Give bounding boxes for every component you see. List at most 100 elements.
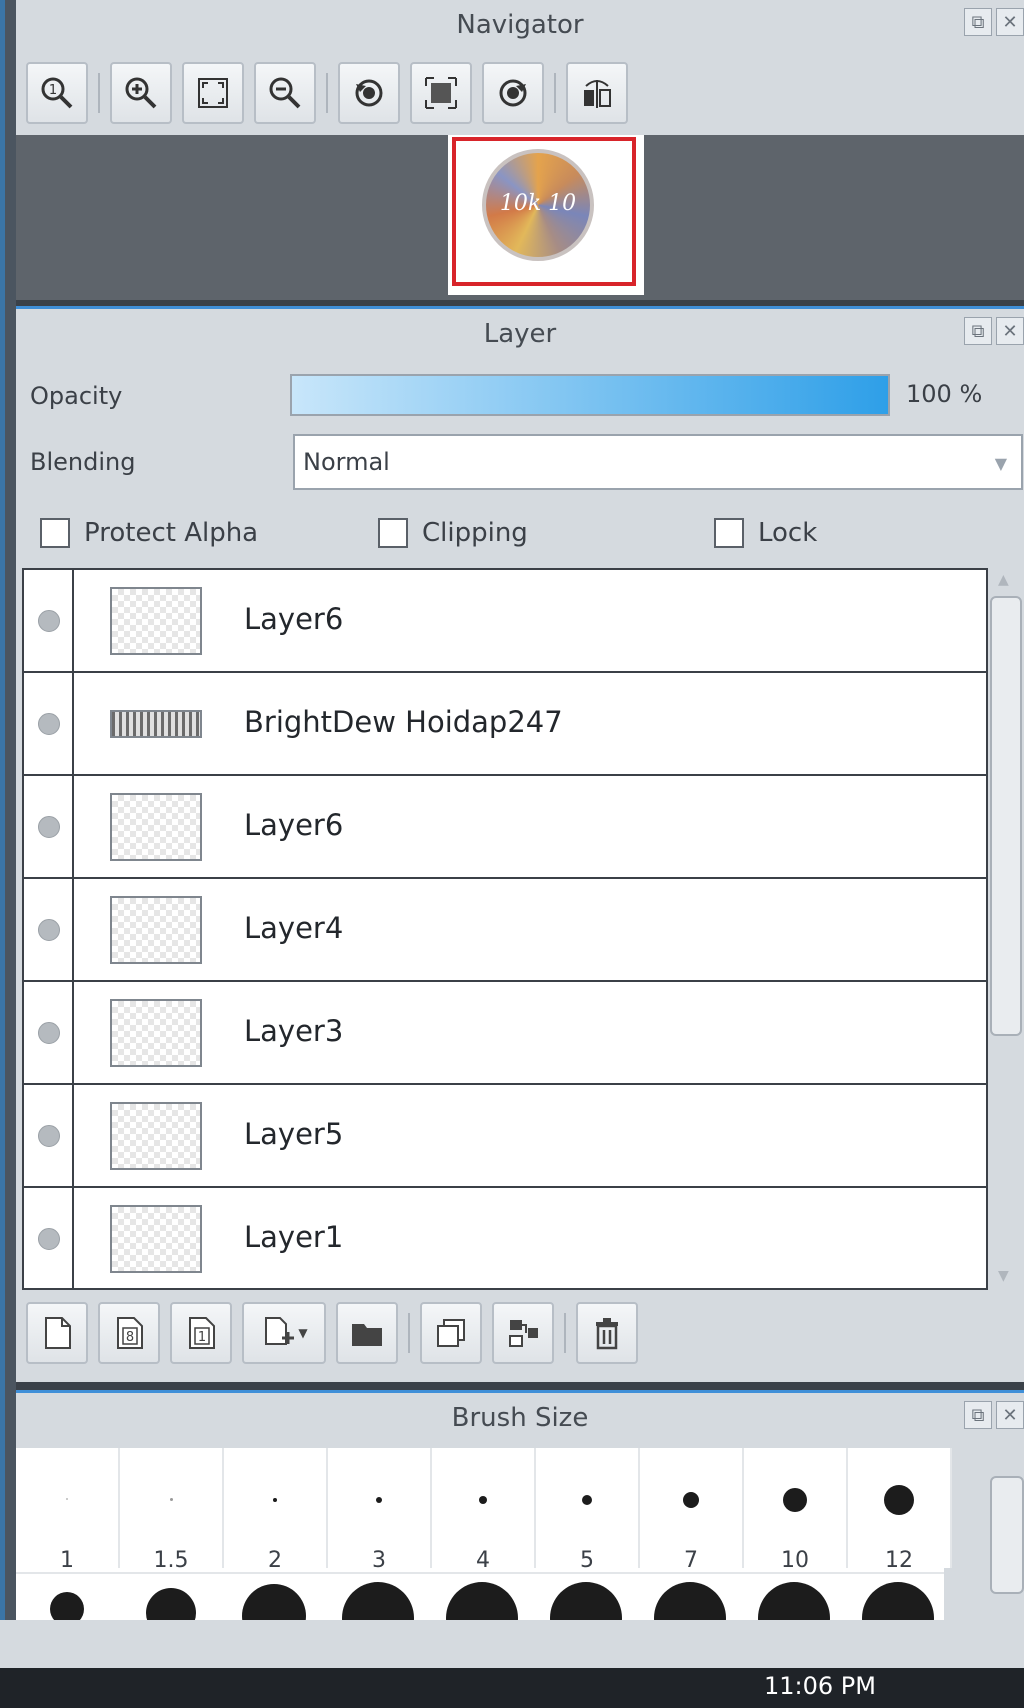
brush-size-cell[interactable]: 5 xyxy=(536,1448,640,1573)
zoom-actual-icon: 1 xyxy=(41,77,73,108)
eye-icon xyxy=(38,1022,60,1044)
layer-name: BrightDew Hoidap247 xyxy=(244,705,563,739)
visibility-toggle[interactable] xyxy=(24,776,74,877)
visibility-toggle[interactable] xyxy=(24,982,74,1083)
brush-dot xyxy=(479,1496,487,1504)
new-color-layer-button[interactable] xyxy=(26,1302,88,1364)
layer-row[interactable]: Layer5 xyxy=(24,1085,986,1188)
blending-label: Blending xyxy=(30,448,136,476)
brush-size-cell[interactable]: 12 xyxy=(848,1448,952,1573)
fit-window-icon xyxy=(198,77,228,108)
visibility-toggle[interactable] xyxy=(24,570,74,671)
layer-close-icon[interactable]: ✕ xyxy=(996,317,1024,345)
brush-size-label: 7 xyxy=(684,1548,698,1573)
layer-row[interactable]: Layer4 xyxy=(24,879,986,982)
reset-rotation-button[interactable] xyxy=(410,61,472,124)
taskbar-clock[interactable]: 11:06 PM xyxy=(764,1672,876,1700)
add-layer-icon xyxy=(265,1317,295,1345)
rotate-left-button[interactable] xyxy=(338,61,400,124)
brush-size-cell[interactable]: 10 xyxy=(744,1448,848,1573)
taskbar: 11:06 PM xyxy=(0,1668,1024,1708)
scrollbar-thumb[interactable] xyxy=(990,596,1022,1036)
eye-icon xyxy=(38,713,60,735)
brush-float-icon[interactable]: ⧉ xyxy=(964,1401,992,1429)
zoom-in-button[interactable] xyxy=(110,61,172,124)
clipping-label: Clipping xyxy=(422,518,528,548)
layer-row[interactable]: Layer3 xyxy=(24,982,986,1085)
visibility-toggle[interactable] xyxy=(24,1085,74,1186)
layer-row[interactable]: BrightDew Hoidap247 xyxy=(24,673,986,776)
svg-text:1: 1 xyxy=(49,83,57,98)
brush-size-cell[interactable]: 3 xyxy=(328,1448,432,1573)
brush-size-cell[interactable]: 1 xyxy=(16,1448,120,1573)
brush-size-cell[interactable]: 2 xyxy=(224,1448,328,1573)
layer-name: Layer5 xyxy=(244,1117,344,1151)
visibility-toggle[interactable] xyxy=(24,673,74,774)
brush-dot xyxy=(758,1582,830,1622)
new-1bit-layer-button[interactable]: 1 xyxy=(170,1302,232,1364)
canvas-thumbnail: 10k 10 xyxy=(448,135,644,295)
brush-size-label: 4 xyxy=(476,1548,490,1573)
add-layer-dropdown-button[interactable]: ▼ xyxy=(242,1302,326,1364)
merge-icon xyxy=(509,1320,538,1347)
brush-size-label: 5 xyxy=(580,1548,594,1573)
brush-size-cell[interactable]: 7 xyxy=(640,1448,744,1573)
layer-row[interactable]: Layer6 xyxy=(24,570,986,673)
layer-scrollbar[interactable]: ▲ ▼ xyxy=(988,568,1024,1290)
brush-dot xyxy=(683,1492,699,1508)
navigator-toolbar: 1 xyxy=(16,50,1024,135)
layer-float-icon[interactable]: ⧉ xyxy=(964,317,992,345)
zoom-actual-button[interactable]: 1 xyxy=(26,61,88,124)
layer-row[interactable]: Layer1 xyxy=(24,1188,986,1288)
brush-dot xyxy=(170,1498,173,1501)
brush-close-icon[interactable]: ✕ xyxy=(996,1401,1024,1429)
scroll-up-icon[interactable]: ▲ xyxy=(998,572,1009,588)
brush-size-row-2[interactable] xyxy=(16,1572,944,1622)
visibility-toggle[interactable] xyxy=(24,879,74,980)
delete-layer-button[interactable] xyxy=(576,1302,638,1364)
svg-text:1: 1 xyxy=(198,1330,206,1345)
scroll-down-icon[interactable]: ▼ xyxy=(998,1268,1009,1284)
brush-size-cell[interactable]: 4 xyxy=(432,1448,536,1573)
brush-dot xyxy=(862,1582,934,1622)
svg-text:8: 8 xyxy=(126,1330,134,1345)
clipping-checkbox[interactable]: Clipping xyxy=(378,518,528,548)
merge-down-button[interactable] xyxy=(492,1302,554,1364)
zoom-out-button[interactable] xyxy=(254,61,316,124)
layer-row[interactable]: Layer6 xyxy=(24,776,986,879)
checkbox-box[interactable] xyxy=(378,518,408,548)
protect-alpha-checkbox[interactable]: Protect Alpha xyxy=(40,518,258,548)
new-8bit-layer-button[interactable]: 8 xyxy=(98,1302,160,1364)
layer-thumbnail xyxy=(110,1102,202,1170)
layer-name: Layer1 xyxy=(244,1220,344,1254)
flip-horizontal-button[interactable] xyxy=(566,61,628,124)
brush-dot xyxy=(376,1497,382,1503)
checkbox-box[interactable] xyxy=(40,518,70,548)
navigator-preview[interactable]: 10k 10 xyxy=(16,135,1024,300)
checkbox-box[interactable] xyxy=(714,518,744,548)
duplicate-layer-button[interactable] xyxy=(420,1302,482,1364)
brush-dot xyxy=(50,1592,84,1622)
blending-select[interactable]: Normal ▼ xyxy=(293,434,1023,490)
brush-dot xyxy=(242,1584,306,1622)
fit-window-button[interactable] xyxy=(182,61,244,124)
opacity-slider[interactable] xyxy=(290,374,890,416)
navigator-close-icon[interactable]: ✕ xyxy=(996,8,1024,36)
brush-scrollbar-thumb[interactable] xyxy=(990,1476,1024,1594)
lock-checkbox[interactable]: Lock xyxy=(714,518,817,548)
layer-thumbnail xyxy=(110,710,202,738)
layer-title: Layer xyxy=(483,319,557,349)
new-8bit-layer-icon: 8 xyxy=(117,1317,143,1349)
rotate-right-button[interactable] xyxy=(482,61,544,124)
navigator-title-bar: Navigator ⧉ ✕ xyxy=(16,0,1024,50)
new-folder-button[interactable] xyxy=(336,1302,398,1364)
eye-icon xyxy=(38,610,60,632)
brush-size-cell[interactable]: 1.5 xyxy=(120,1448,224,1573)
new-1bit-layer-icon: 1 xyxy=(189,1317,215,1349)
visibility-toggle[interactable] xyxy=(24,1188,74,1288)
navigator-float-icon[interactable]: ⧉ xyxy=(964,8,992,36)
view-rectangle[interactable] xyxy=(452,137,636,286)
chevron-down-icon: ▼ xyxy=(994,454,1007,473)
brush-size-grid: 1 1.5 2 3 4 5 7 10 12 xyxy=(16,1448,952,1622)
brush-dot xyxy=(446,1582,518,1622)
